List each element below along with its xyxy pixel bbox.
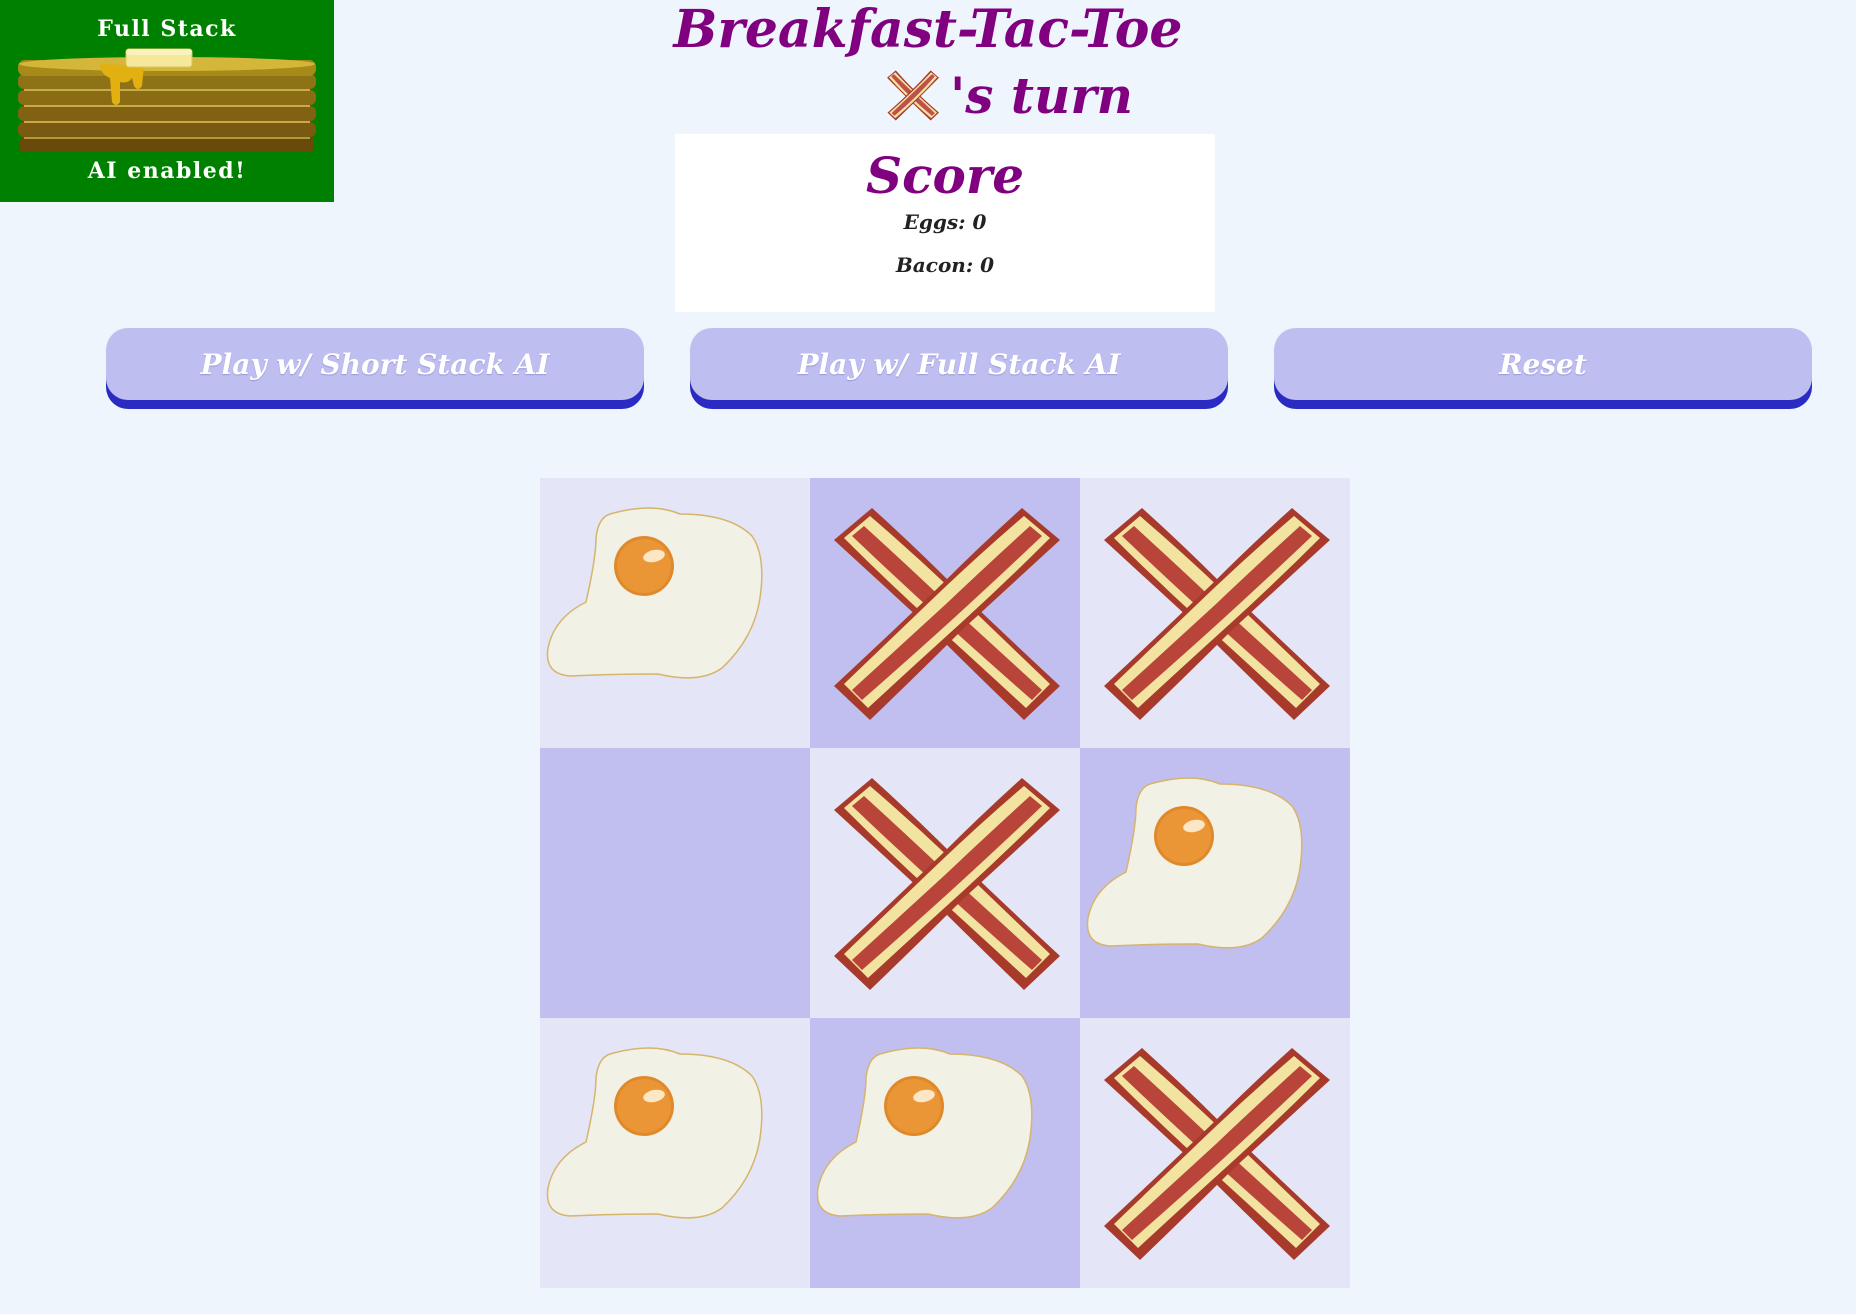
bacon-x-icon <box>1104 1048 1330 1260</box>
score-panel: Score Eggs: 0 Bacon: 0 <box>675 134 1215 312</box>
bacon-x-icon <box>834 778 1060 990</box>
bacon-x-icon <box>834 508 1060 720</box>
turn-text: 's turn <box>950 65 1134 125</box>
board-cell-5[interactable] <box>810 748 1080 1018</box>
board-cell-4[interactable] <box>540 748 810 1018</box>
eggs-score: Eggs: 0 <box>903 210 987 234</box>
bacon-x-icon <box>1104 508 1330 720</box>
bacon-turn-icon <box>887 70 939 121</box>
board-cell-2[interactable] <box>810 478 1080 748</box>
score-heading: Score <box>865 146 1025 205</box>
fried-egg-icon <box>546 1047 763 1219</box>
pancake-stack-icon <box>18 48 316 152</box>
turn-indicator: 's turn <box>880 62 1133 128</box>
board-cell-3[interactable] <box>1080 478 1350 748</box>
board-cell-7[interactable] <box>540 1018 810 1288</box>
fried-egg-icon <box>816 1047 1033 1219</box>
board-cell-1[interactable] <box>540 478 810 748</box>
game-title: Breakfast-Tac-Toe <box>673 0 1183 60</box>
fried-egg-icon <box>1086 777 1303 949</box>
short-stack-ai-button[interactable]: Play w/ Short Stack AI <box>106 328 644 400</box>
full-stack-ai-button[interactable]: Play w/ Full Stack AI <box>690 328 1228 400</box>
board-cell-8[interactable] <box>810 1018 1080 1288</box>
bacon-score: Bacon: 0 <box>895 253 995 277</box>
board-cell-9[interactable] <box>1080 1018 1350 1288</box>
reset-button[interactable]: Reset <box>1274 328 1812 400</box>
board-cell-6[interactable] <box>1080 748 1350 1018</box>
fried-egg-icon <box>546 507 763 679</box>
game-board <box>540 478 1350 1288</box>
ai-status-label: AI enabled! <box>87 158 247 184</box>
